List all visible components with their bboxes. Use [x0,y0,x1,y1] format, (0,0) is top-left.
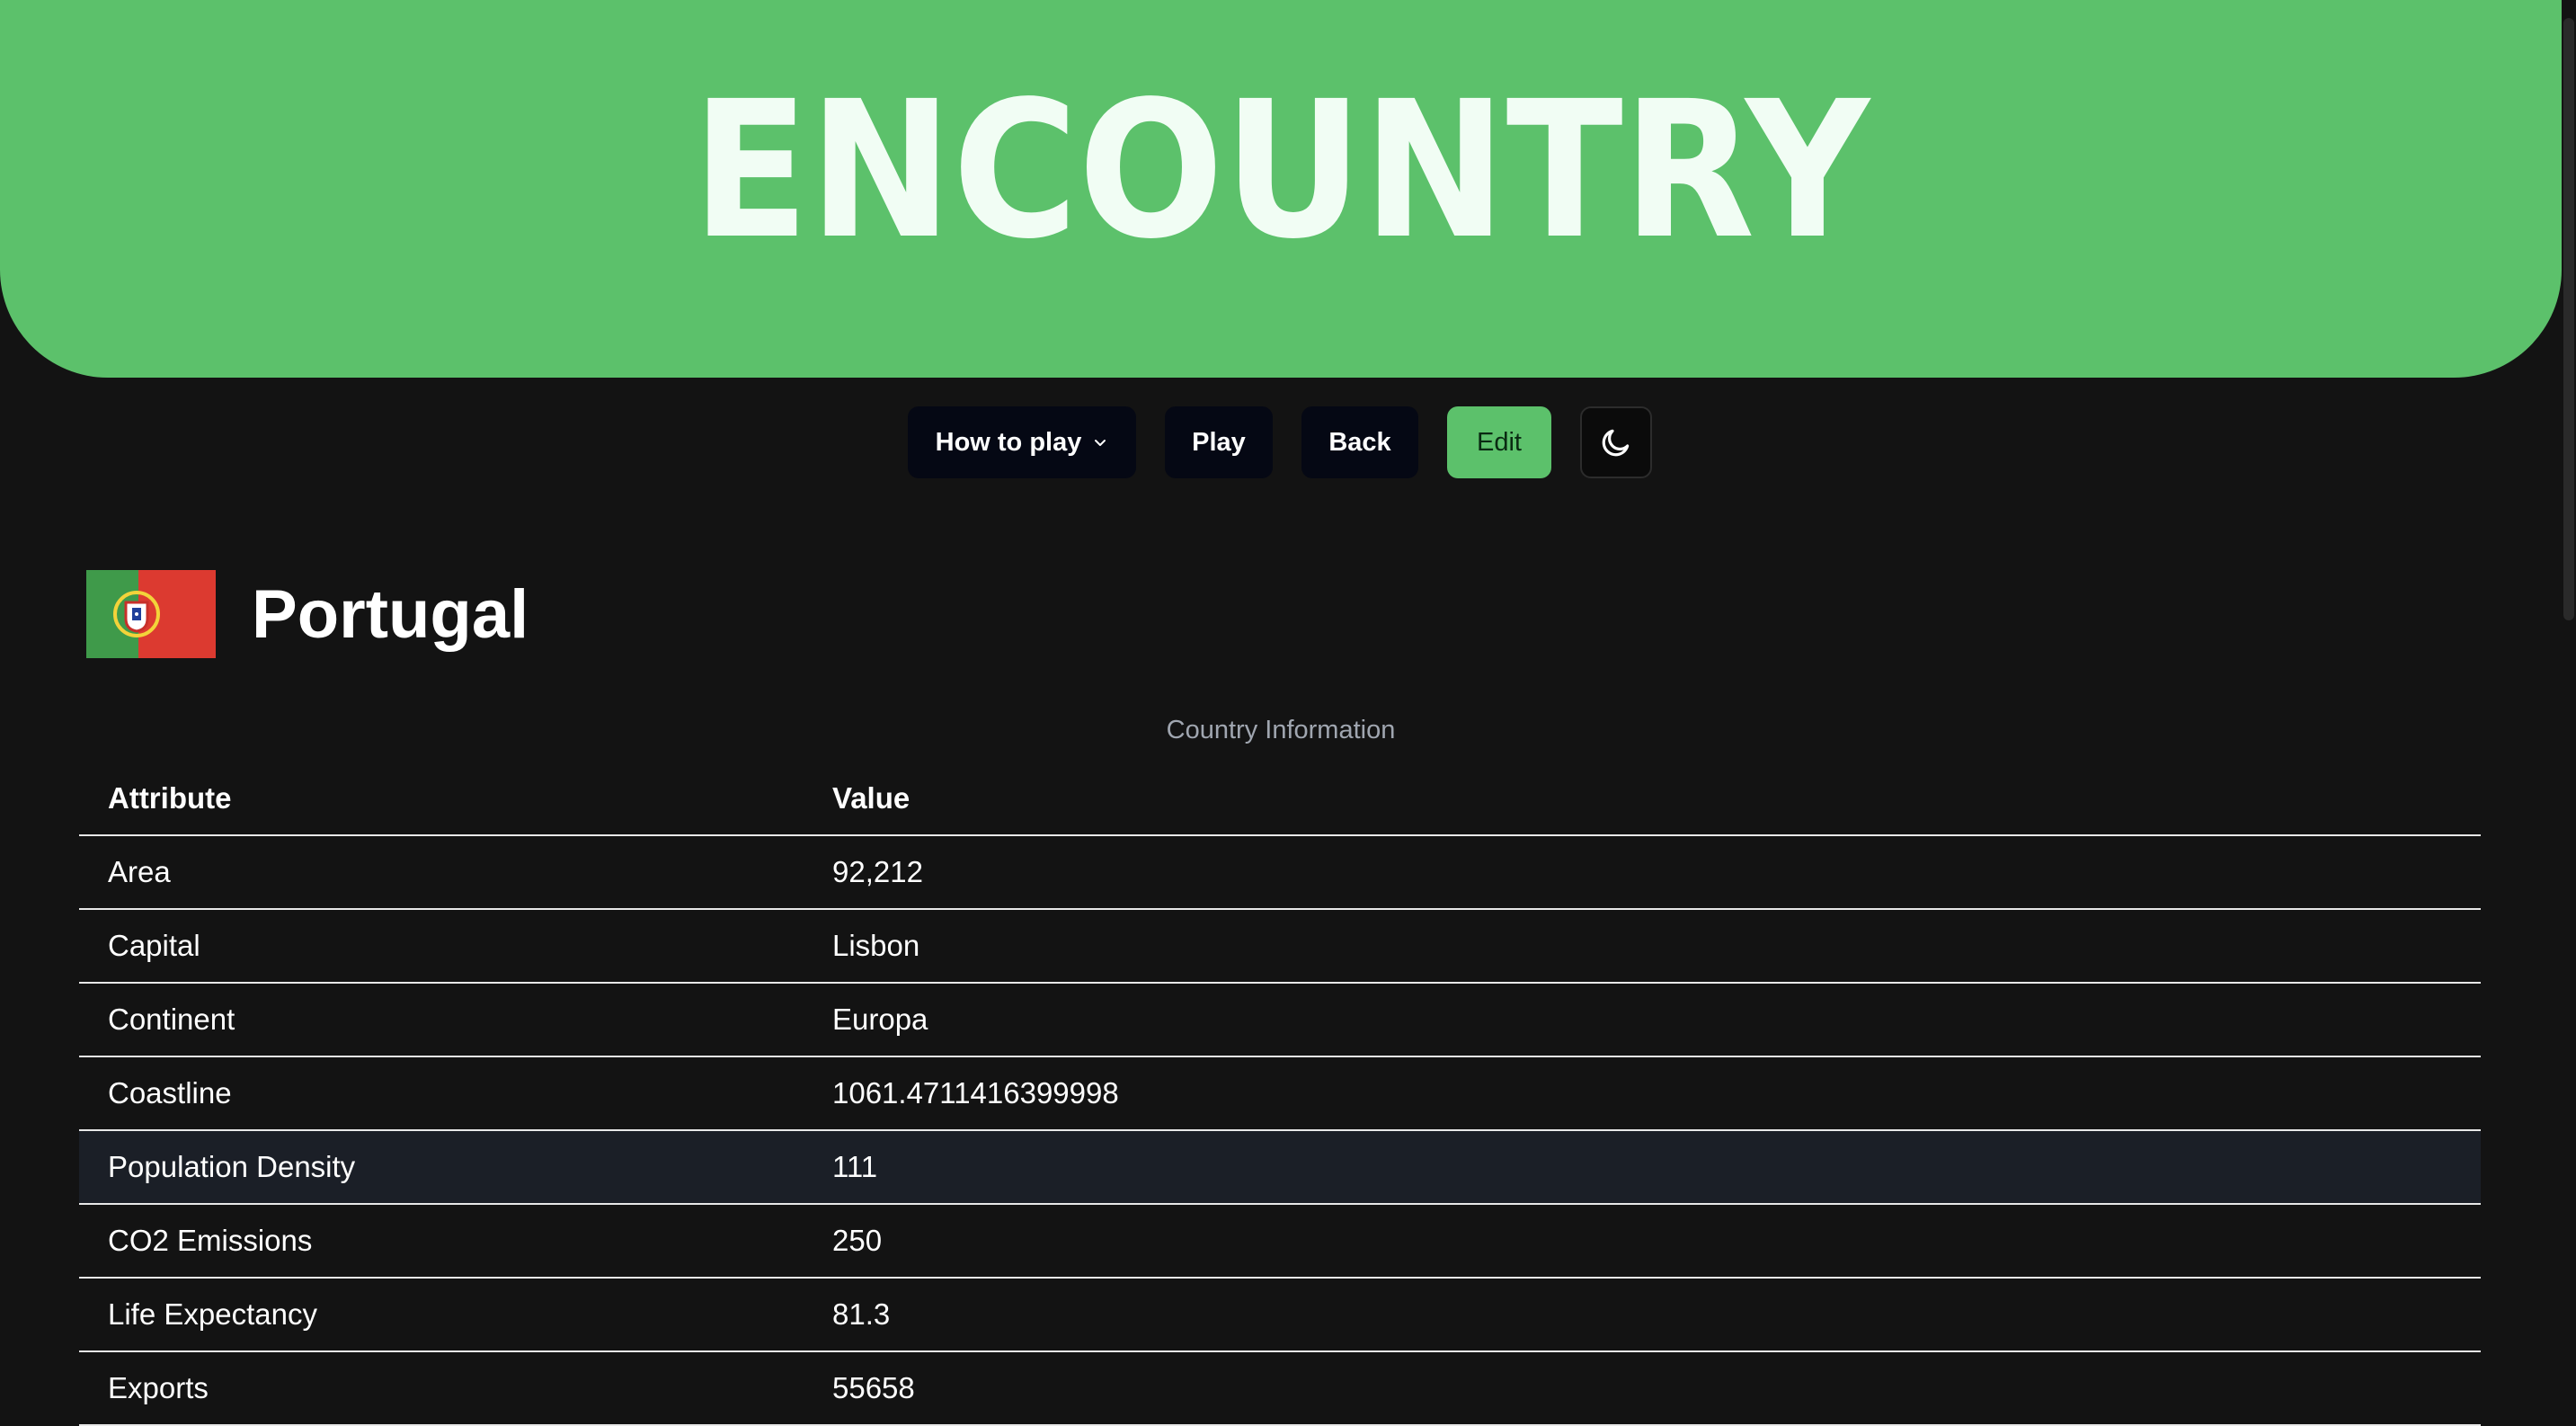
theme-toggle-button[interactable] [1580,406,1652,478]
value-cell: 1061.4711416399998 [832,1076,1119,1110]
table-row: Area 92,212 [79,836,2481,910]
value-cell: 250 [832,1224,883,1257]
table-row: Life Expectancy 81.3 [79,1279,2481,1352]
value-cell: Europa [832,1003,928,1036]
logo: ENCOUNTRY [692,60,1872,281]
how-to-play-button[interactable]: How to play [908,406,1136,478]
back-label: Back [1328,427,1391,457]
chevron-down-icon [1095,440,1106,446]
value-cell: Lisbon [832,929,920,962]
table-header: Attribute Value [79,762,2481,836]
table-row: Continent Europa [79,984,2481,1057]
value-cell: 81.3 [832,1297,891,1331]
header-attribute: Attribute [108,781,232,815]
table-row: CO2 Emissions 250 [79,1205,2481,1279]
country-name: Portugal [252,575,529,653]
edit-button[interactable]: Edit [1447,406,1551,478]
header-value: Value [832,781,910,815]
scrollbar-thumb[interactable] [2563,18,2574,620]
country-info-table: Attribute Value Area 92,212 Capital Lisb… [79,762,2481,1426]
attribute-cell: Coastline [108,1076,232,1110]
table-row: Coastline 1061.4711416399998 [79,1057,2481,1131]
back-button[interactable]: Back [1301,406,1418,478]
value-cell: 111 [832,1150,878,1183]
nav-bar: How to play Play Back Edit [0,406,2562,478]
portugal-flag-icon [86,570,216,658]
moon-icon [1602,429,1630,457]
play-button[interactable]: Play [1165,406,1273,478]
attribute-cell: CO2 Emissions [108,1224,313,1257]
edit-label: Edit [1477,427,1522,457]
country-header: Portugal [86,570,529,658]
value-cell: 92,212 [832,855,923,888]
how-to-play-label: How to play [935,427,1082,457]
logo-text: ENCOUNTRY [692,60,1872,281]
table-row: Exports 55658 [79,1352,2481,1426]
attribute-cell: Life Expectancy [108,1297,317,1331]
play-label: Play [1192,427,1246,457]
attribute-cell: Capital [108,929,200,962]
table-row: Capital Lisbon [79,910,2481,984]
table-row-highlighted: Population Density 111 [79,1131,2481,1205]
attribute-cell: Exports [108,1371,209,1404]
scrollbar[interactable] [2562,0,2576,1401]
attribute-cell: Area [108,855,171,888]
attribute-cell: Continent [108,1003,235,1036]
table-caption: Country Information [1166,716,1396,744]
attribute-cell: Population Density [108,1150,356,1183]
value-cell: 55658 [832,1371,915,1404]
